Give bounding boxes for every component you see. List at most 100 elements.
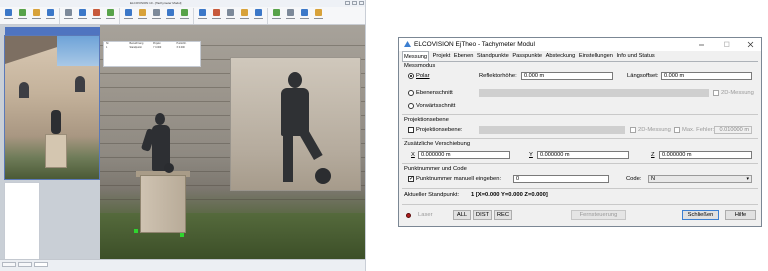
tab-projekt[interactable]: Projekt	[433, 51, 451, 61]
divider	[402, 204, 758, 205]
table-row[interactable]: 1 Standpunkt Y 0.000 X 0.000	[104, 46, 200, 50]
ebenen-2d-messung-checkbox	[713, 90, 719, 96]
ribbon-tool-icon	[241, 9, 248, 16]
ribbon-button[interactable]	[270, 7, 283, 25]
ribbon-button[interactable]	[16, 7, 29, 25]
tab-absteckung[interactable]: Absteckung	[546, 51, 576, 61]
cad-window-title: ELCOVISION 10 - [Tachymeter Modul]	[130, 1, 182, 5]
standpunkt-value: 1 [X=0.000 Y=0.000 Z=0.000]	[471, 192, 548, 198]
ribbon-button[interactable]	[104, 7, 117, 25]
table-cell: 1	[106, 46, 108, 49]
divider	[402, 138, 758, 139]
table-cell: X 0.000	[176, 46, 185, 49]
laser-status-led	[406, 213, 411, 218]
ribbon-tool-icon	[33, 9, 40, 16]
ribbon-button[interactable]	[224, 7, 237, 25]
code-select[interactable]: N ▾	[648, 175, 752, 183]
ribbon-tool-icon	[93, 9, 100, 16]
ribbon-tool-icon	[79, 9, 86, 16]
ribbon-button[interactable]	[178, 7, 191, 25]
ribbon-button[interactable]	[76, 7, 89, 25]
x-offset-input[interactable]: 0.000000 m	[418, 151, 510, 159]
secondary-photo-view[interactable]	[4, 35, 100, 180]
tab-einstellungen[interactable]: Einstellungen	[579, 51, 613, 61]
divider	[402, 188, 758, 189]
divider	[402, 114, 758, 115]
cad-minimize-button[interactable]	[345, 1, 350, 5]
tab-info-und-status[interactable]: Info und Status	[616, 51, 654, 61]
group-label-verschiebung: Zusätzliche Verschiebung	[404, 141, 471, 147]
laengsoffset-label: Längsoffset:	[627, 73, 659, 79]
measured-point-marker[interactable]	[180, 233, 184, 237]
workspace-tab[interactable]	[2, 262, 16, 267]
close-icon[interactable]	[746, 41, 755, 48]
desktop: { "cad": { "title": "ELCOVISION 10 - [Ta…	[0, 0, 768, 271]
ribbon-button[interactable]	[196, 7, 209, 25]
maximize-icon[interactable]	[722, 41, 731, 48]
tab-passpunkte[interactable]: Passpunkte	[512, 51, 542, 61]
ribbon-button[interactable]	[284, 7, 297, 25]
ribbon-tool-icon	[213, 9, 220, 16]
ribbon-button[interactable]	[210, 7, 223, 25]
statue-closeup-photo[interactable]	[230, 57, 361, 191]
hilfe-button[interactable]: Hilfe	[725, 210, 756, 220]
projektionsebene-select	[479, 126, 625, 134]
cad-close-button[interactable]	[359, 1, 364, 5]
reflektorhoehe-input[interactable]: 0.000 m	[521, 72, 613, 80]
workspace-tab[interactable]	[18, 262, 32, 267]
code-selected-value: N	[651, 176, 656, 182]
ribbon-button[interactable]	[164, 7, 177, 25]
tab-messung[interactable]: Messung	[402, 50, 430, 62]
projektionsebene-checkbox[interactable]	[408, 127, 414, 133]
ribbon-button[interactable]	[122, 7, 135, 25]
cad-maximize-button[interactable]	[352, 1, 357, 5]
dialog-title: ELCOVISION EjTheo - Tachymeter Modul	[414, 41, 535, 48]
ribbon-button[interactable]	[312, 7, 325, 25]
max-fehler-checkbox	[674, 127, 680, 133]
point-list-panel: Nr. Bezeichnung Projekt Punkt-Nr. 1 Stan…	[103, 41, 201, 67]
standpunkt-label: Aktueller Standpunkt:	[404, 192, 460, 198]
laengsoffset-input[interactable]: 0.000 m	[661, 72, 752, 80]
ebenenschnitt-radio[interactable]	[408, 90, 414, 96]
y-offset-input[interactable]: 0.000000 m	[537, 151, 629, 159]
photo-window-titlebar[interactable]	[5, 27, 100, 35]
tab-ebenen[interactable]: Ebenen	[454, 51, 474, 61]
z-offset-input[interactable]: 0.000000 m	[659, 151, 752, 159]
punktnummer-input[interactable]: 0	[513, 175, 609, 183]
vorwaertsschnitt-radio[interactable]	[408, 103, 414, 109]
cad-workspace: Nr. Bezeichnung Projekt Punkt-Nr. 1 Stan…	[0, 25, 365, 262]
group-label-projektionsebene: Projektionsebene	[404, 117, 449, 123]
measured-point-marker[interactable]	[134, 229, 138, 233]
all-button[interactable]: ALL	[453, 210, 471, 220]
workspace-tab[interactable]	[34, 262, 48, 267]
statue-plinth	[45, 134, 67, 168]
cad-application-window: ELCOVISION 10 - [Tachymeter Modul] Nr. B…	[0, 0, 366, 271]
vorwaertsschnitt-label: Vorwärtsschnitt	[416, 103, 456, 109]
dist-button[interactable]: DIST	[473, 210, 492, 220]
polar-radio[interactable]	[408, 73, 414, 79]
rec-button[interactable]: REC	[494, 210, 512, 220]
ribbon-button[interactable]	[150, 7, 163, 25]
ribbon-button[interactable]	[136, 7, 149, 25]
ribbon-tool-icon	[287, 9, 294, 16]
ribbon-tool-icon	[181, 9, 188, 16]
ribbon-tool-icon	[301, 9, 308, 16]
ribbon-tool-icon	[47, 9, 54, 16]
ribbon-button[interactable]	[62, 7, 75, 25]
chevron-down-icon: ▾	[746, 176, 749, 182]
ribbon-tool-icon	[167, 9, 174, 16]
ribbon-button[interactable]	[90, 7, 103, 25]
divider	[402, 163, 758, 164]
ribbon-button[interactable]	[30, 7, 43, 25]
ribbon-tool-icon	[227, 9, 234, 16]
minimize-icon[interactable]	[697, 41, 706, 48]
punktnummer-manuell-checkbox[interactable]: ✓	[408, 176, 414, 182]
schliessen-button[interactable]: Schließen	[682, 210, 719, 220]
ribbon-button[interactable]	[2, 7, 15, 25]
ribbon-button[interactable]	[298, 7, 311, 25]
ribbon-button[interactable]	[252, 7, 265, 25]
ribbon-button[interactable]	[44, 7, 57, 25]
ribbon-button[interactable]	[238, 7, 251, 25]
tab-standpunkte[interactable]: Standpunkte	[477, 51, 509, 61]
side-info-panel	[4, 182, 40, 262]
